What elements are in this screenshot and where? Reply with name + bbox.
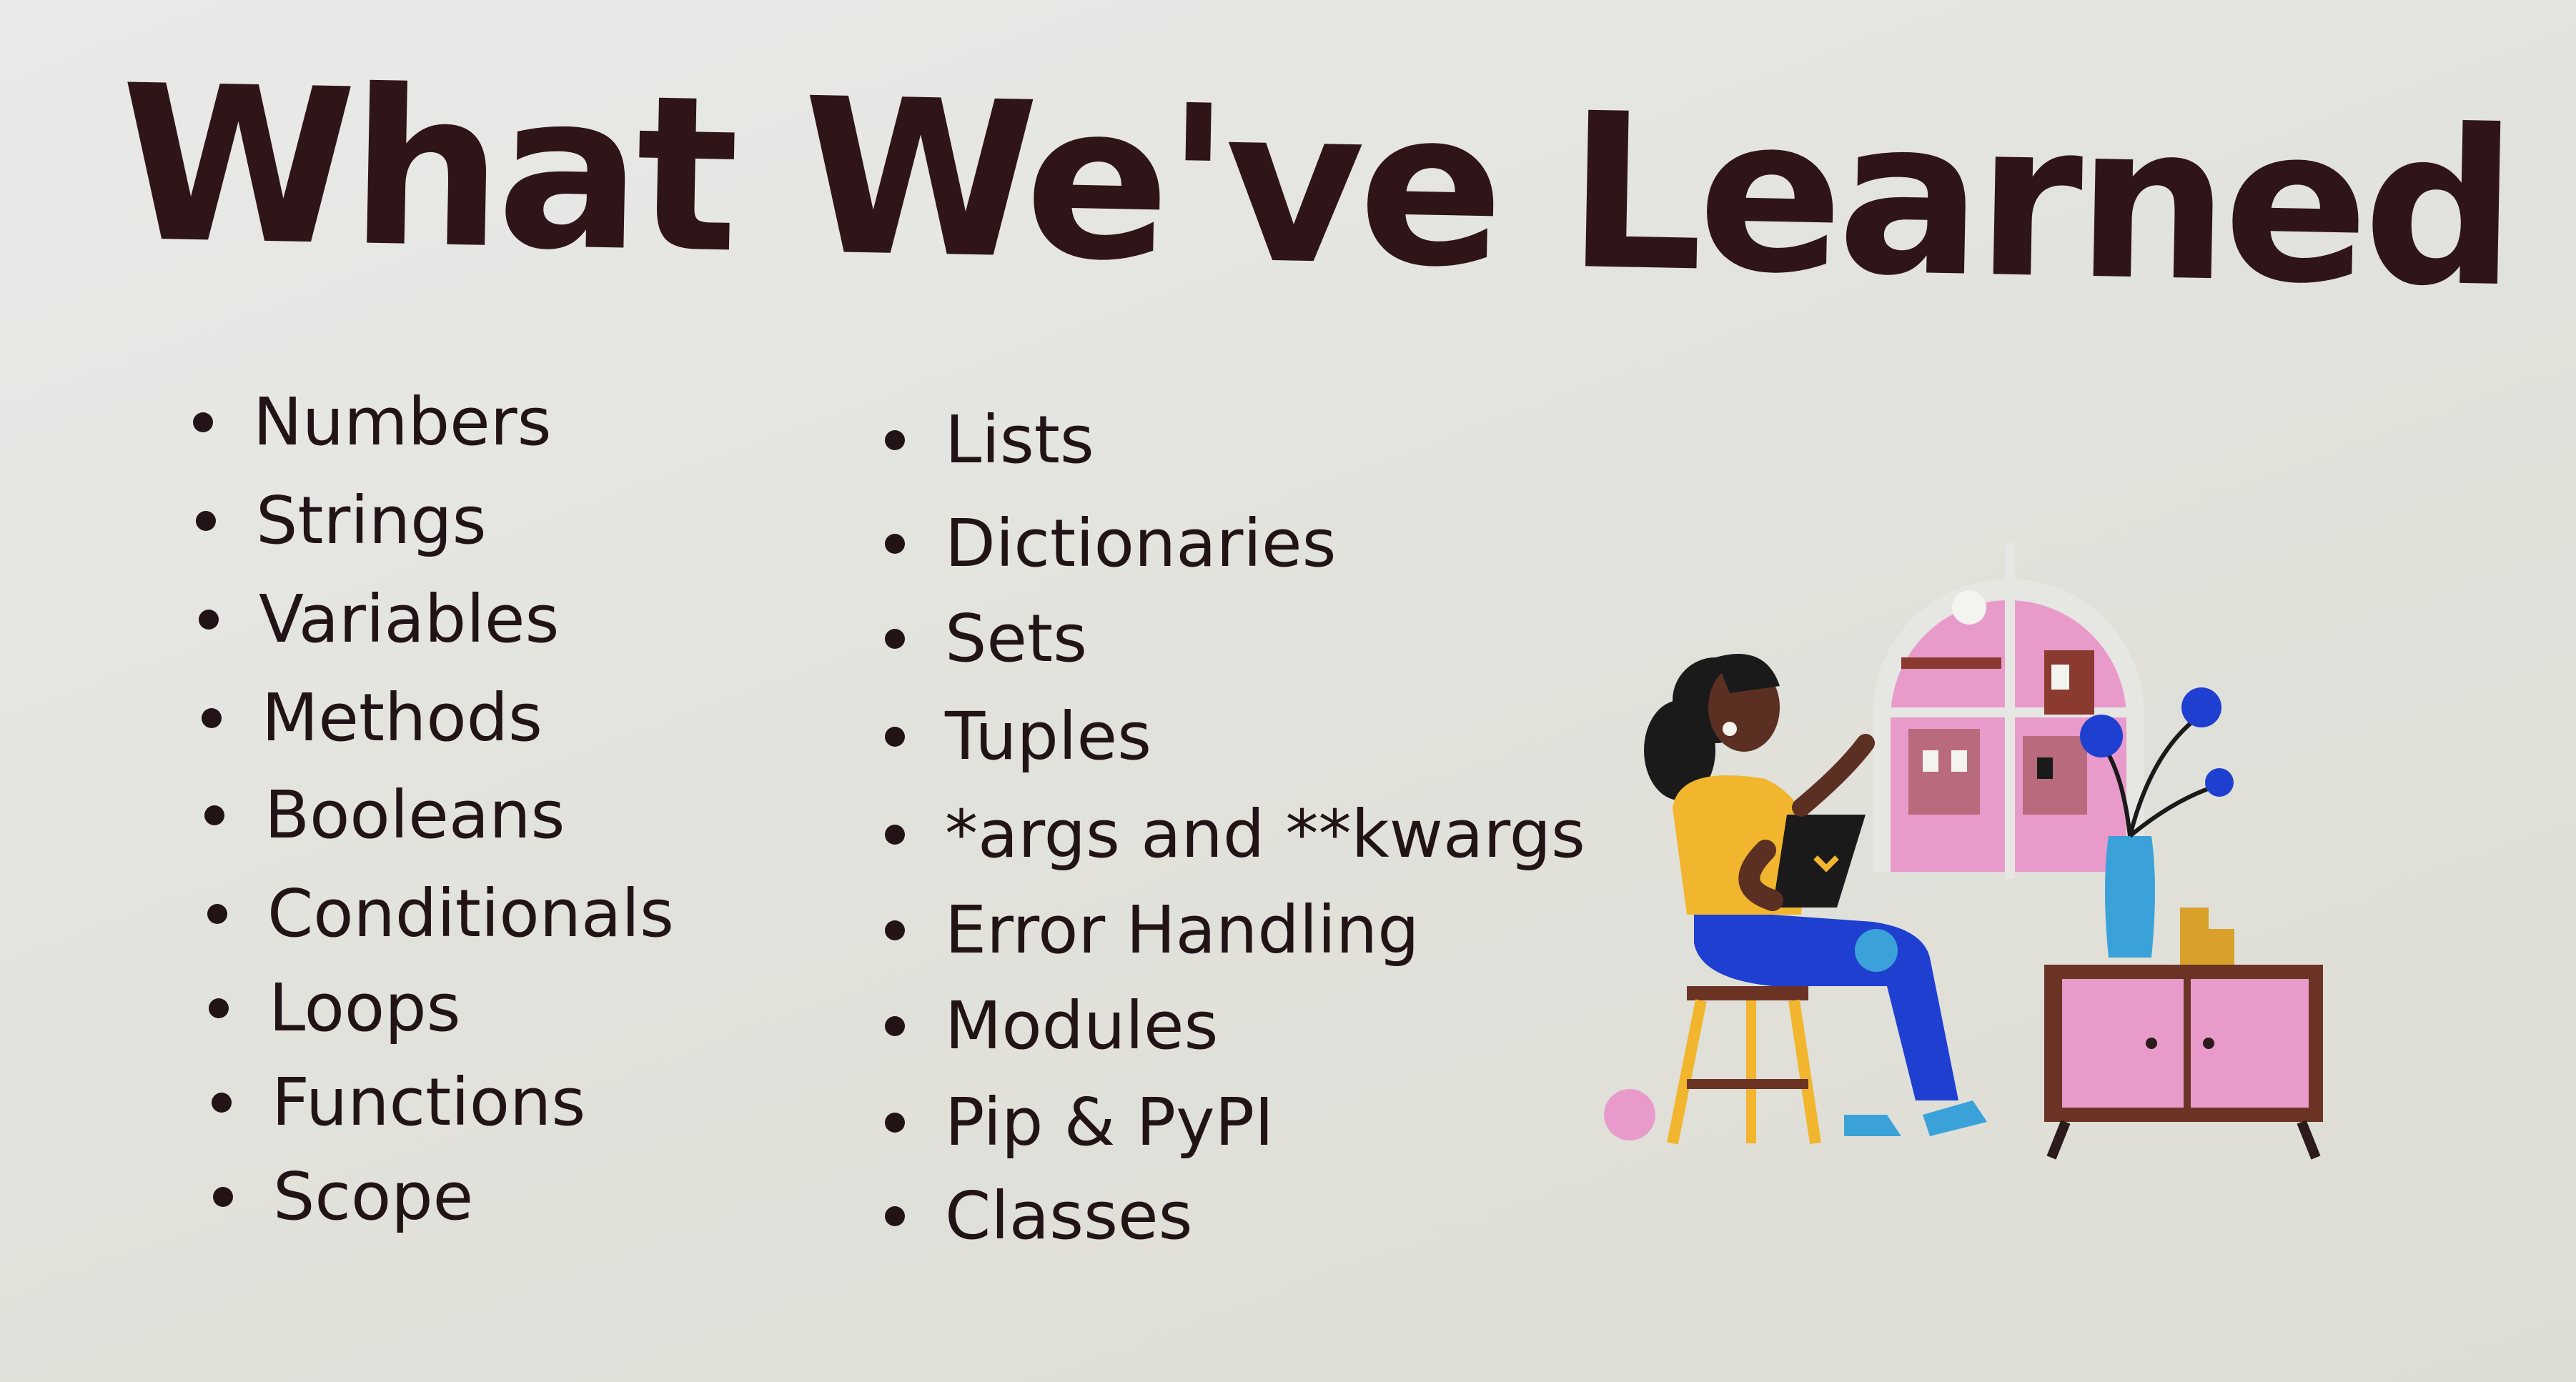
- list-item: Numbers: [193, 389, 552, 455]
- list-item: Conditionals: [207, 881, 674, 947]
- list-item: Error Handling: [885, 898, 1420, 963]
- list-item: Variables: [199, 587, 559, 652]
- list-item: *args and **kwargs: [885, 802, 1585, 868]
- bullet-icon: [885, 824, 905, 845]
- bullet-icon: [885, 1015, 905, 1036]
- bullet-icon: [207, 903, 227, 924]
- list-item: Dictionaries: [885, 511, 1337, 577]
- list-item: Pip & PyPI: [885, 1090, 1274, 1155]
- bullet-icon: [885, 628, 905, 649]
- slide-title: What We've Learned: [117, 39, 2514, 335]
- list-item: Strings: [196, 488, 487, 554]
- woman-with-laptop-illustration: [1604, 543, 2323, 1160]
- ball-illustration: [1604, 1089, 1655, 1140]
- window-illustration: [1873, 543, 2144, 879]
- bullet-icon: [885, 533, 905, 554]
- list-item: Loops: [209, 975, 461, 1041]
- list-item: Scope: [213, 1164, 473, 1230]
- list-item: Sets: [885, 606, 1087, 672]
- list-item: Lists: [885, 407, 1094, 473]
- list-item: Booleans: [204, 782, 565, 848]
- bullet-icon: [196, 510, 216, 531]
- slide: What We've Learned Numbers Strings Varia…: [0, 0, 2576, 1382]
- bullet-icon: [212, 1092, 232, 1113]
- bullet-icon: [204, 805, 224, 825]
- bullet-icon: [202, 707, 222, 728]
- cabinet-illustration: [2044, 965, 2323, 1160]
- candles-illustration: [2180, 908, 2234, 965]
- bullet-icon: [885, 1205, 905, 1226]
- bullet-icon: [885, 726, 905, 747]
- list-item: Methods: [202, 685, 543, 751]
- list-item: Modules: [885, 993, 1218, 1059]
- list-item: Classes: [885, 1183, 1193, 1249]
- bullet-icon: [885, 1112, 905, 1133]
- bullet-icon: [193, 412, 213, 432]
- bullet-icon: [885, 920, 905, 940]
- list-item: Functions: [212, 1070, 585, 1135]
- bullet-icon: [213, 1186, 233, 1207]
- bullet-icon: [199, 609, 219, 630]
- bullet-icon: [209, 998, 229, 1018]
- bullet-icon: [885, 429, 905, 450]
- stool-illustration: [1667, 986, 1821, 1145]
- list-item: Tuples: [885, 704, 1151, 770]
